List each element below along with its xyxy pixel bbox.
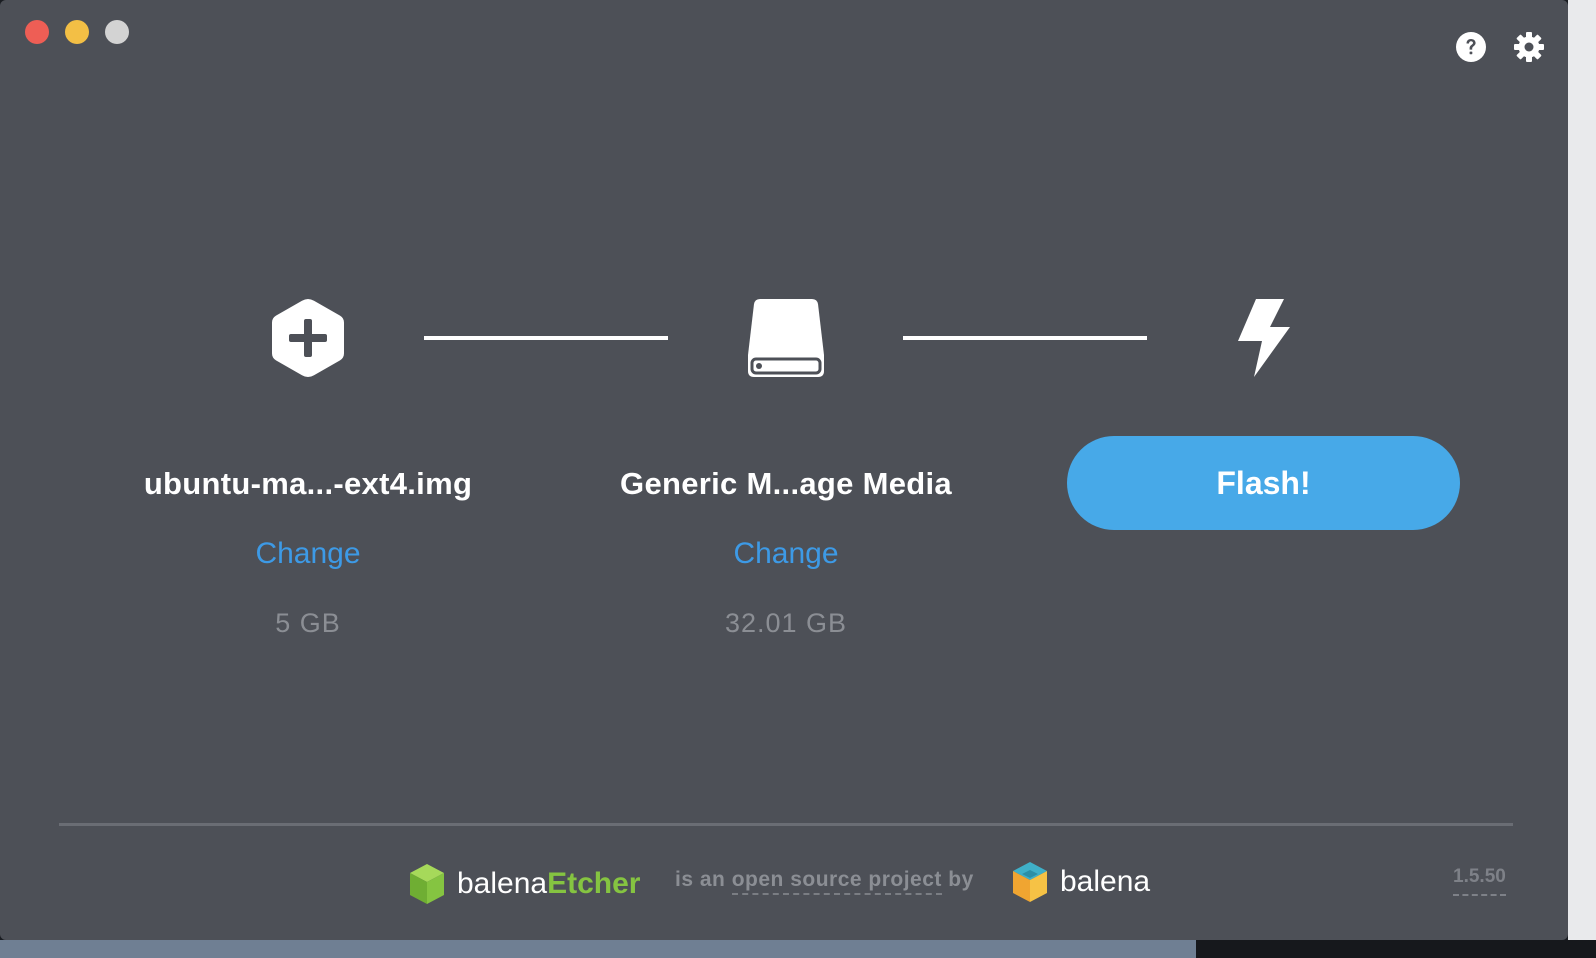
window-controls xyxy=(25,20,129,44)
drive-name: Generic M...age Media xyxy=(620,466,952,501)
tagline-suffix: by xyxy=(941,868,974,891)
drive-size: 32.01 GB xyxy=(724,608,848,638)
image-column: ubuntu-ma...-ext4.img Change 5 GB xyxy=(88,464,528,642)
minimize-window-button[interactable] xyxy=(65,20,89,44)
drive-icon xyxy=(748,299,824,377)
desktop-dock-strip xyxy=(0,940,1596,958)
select-image-step[interactable] xyxy=(270,297,346,379)
zoom-window-button[interactable] xyxy=(105,20,129,44)
flash-button[interactable]: Flash! xyxy=(1067,436,1460,530)
top-toolbar xyxy=(1454,30,1546,64)
etcher-window: ubuntu-ma...-ext4.img Change 5 GB Generi… xyxy=(0,0,1568,940)
etcher-brand-suffix: Etcher xyxy=(547,867,641,900)
drive-column: Generic M...age Media Change 32.01 GB xyxy=(566,464,1006,642)
help-button[interactable] xyxy=(1454,30,1488,64)
balena-brand-text: balena xyxy=(1060,865,1151,898)
select-drive-step[interactable] xyxy=(746,297,826,379)
version-link[interactable]: 1.5.50 xyxy=(1453,866,1506,896)
flash-step xyxy=(1234,297,1292,379)
settings-button[interactable] xyxy=(1512,30,1546,64)
balena-logo-link[interactable]: balena xyxy=(1010,860,1150,904)
balena-etcher-logo-link[interactable]: balenaEtcher xyxy=(407,862,640,906)
step-connector-2 xyxy=(903,336,1147,340)
balena-cube-icon xyxy=(1013,862,1047,902)
footer-divider xyxy=(59,823,1513,826)
change-image-link[interactable]: Change xyxy=(88,534,528,574)
lightning-bolt-icon xyxy=(1238,299,1290,377)
change-drive-link[interactable]: Change xyxy=(566,534,1006,574)
desktop-background xyxy=(1568,0,1596,940)
close-window-button[interactable] xyxy=(25,20,49,44)
etcher-brand-prefix: balena xyxy=(457,867,548,900)
image-name: ubuntu-ma...-ext4.img xyxy=(143,466,473,501)
gear-icon xyxy=(1514,32,1544,62)
tagline: is an open source project by xyxy=(675,868,974,895)
hexagon-plus-icon xyxy=(272,299,344,377)
step-connector-1 xyxy=(424,336,668,340)
etcher-cube-icon xyxy=(410,864,444,904)
tagline-prefix: is an xyxy=(675,868,732,891)
question-circle-icon xyxy=(1456,32,1486,62)
footer: balenaEtcher is an open source project b… xyxy=(0,858,1568,908)
image-size: 5 GB xyxy=(275,608,341,638)
open-source-link[interactable]: open source project xyxy=(731,868,942,895)
